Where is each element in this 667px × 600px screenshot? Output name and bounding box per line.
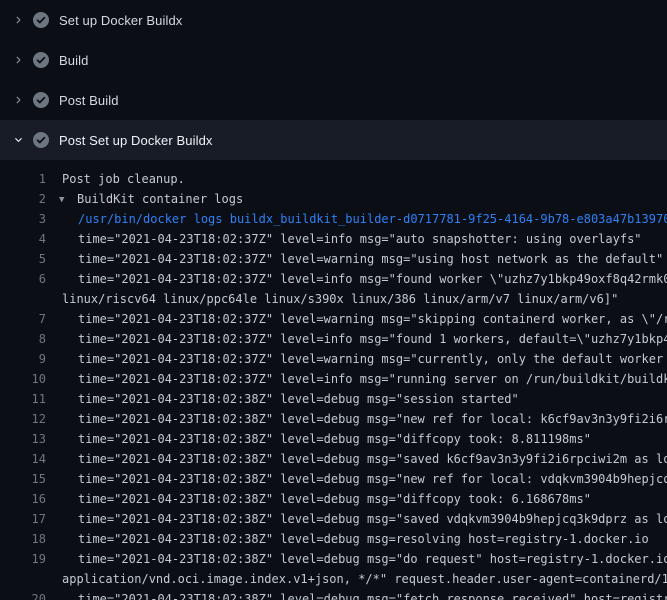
log-line: 20 time="2021-04-23T18:02:38Z" level=deb…: [0, 589, 667, 600]
log-text: time="2021-04-23T18:02:38Z" level=debug …: [46, 529, 649, 549]
line-number[interactable]: 4: [0, 229, 46, 249]
log-text: Post job cleanup.: [46, 169, 185, 189]
chevron-right-icon: [13, 12, 24, 28]
check-circle-icon: [33, 52, 49, 68]
check-circle-icon: [33, 12, 49, 28]
check-circle-icon: [33, 132, 49, 148]
check-circle-icon: [33, 92, 49, 108]
step-header-set-up-docker-buildx[interactable]: Set up Docker Buildx: [0, 0, 667, 40]
step-header-post-build[interactable]: Post Build: [0, 80, 667, 120]
log-text: time="2021-04-23T18:02:38Z" level=debug …: [46, 449, 667, 469]
log-line: 17 time="2021-04-23T18:02:38Z" level=deb…: [0, 509, 667, 529]
line-number[interactable]: 5: [0, 249, 46, 269]
log-text: ▼BuildKit container logs: [46, 189, 243, 209]
group-label[interactable]: BuildKit container logs: [77, 192, 243, 206]
log-line: linux/riscv64 linux/ppc64le linux/s390x …: [0, 289, 667, 309]
line-number[interactable]: [0, 569, 46, 589]
log-line: 3 /usr/bin/docker logs buildx_buildkit_b…: [0, 209, 667, 229]
line-number[interactable]: 20: [0, 589, 46, 600]
log-line: 5 time="2021-04-23T18:02:37Z" level=warn…: [0, 249, 667, 269]
log-line: 8 time="2021-04-23T18:02:37Z" level=info…: [0, 329, 667, 349]
log-text: time="2021-04-23T18:02:37Z" level=info m…: [46, 369, 667, 389]
log-text: time="2021-04-23T18:02:37Z" level=info m…: [46, 269, 667, 289]
log-text: time="2021-04-23T18:02:37Z" level=info m…: [46, 329, 667, 349]
log-text: time="2021-04-23T18:02:38Z" level=debug …: [46, 489, 591, 509]
step-header-post-set-up-docker-buildx[interactable]: Post Set up Docker Buildx: [0, 120, 667, 160]
log-text: /usr/bin/docker logs buildx_buildkit_bui…: [46, 209, 667, 229]
line-number[interactable]: 17: [0, 509, 46, 529]
log-line: application/vnd.oci.image.index.v1+json,…: [0, 569, 667, 589]
line-number[interactable]: 3: [0, 209, 46, 229]
line-number[interactable]: 2: [0, 189, 46, 209]
line-number[interactable]: 15: [0, 469, 46, 489]
step-label: Build: [59, 53, 88, 68]
log-line: 12 time="2021-04-23T18:02:38Z" level=deb…: [0, 409, 667, 429]
log-line: 6 time="2021-04-23T18:02:37Z" level=info…: [0, 269, 667, 289]
log-line: 18 time="2021-04-23T18:02:38Z" level=deb…: [0, 529, 667, 549]
log-line: 1 Post job cleanup.: [0, 169, 667, 189]
log-line: 13 time="2021-04-23T18:02:38Z" level=deb…: [0, 429, 667, 449]
line-number[interactable]: 12: [0, 409, 46, 429]
log-text: time="2021-04-23T18:02:37Z" level=warnin…: [46, 249, 663, 269]
chevron-right-icon: [13, 52, 24, 68]
log-text: time="2021-04-23T18:02:38Z" level=debug …: [46, 549, 667, 569]
log-text: time="2021-04-23T18:02:38Z" level=debug …: [46, 469, 667, 489]
step-header-list: Set up Docker Buildx Build P: [0, 0, 667, 160]
log-line: 15 time="2021-04-23T18:02:38Z" level=deb…: [0, 469, 667, 489]
log-text: time="2021-04-23T18:02:38Z" level=debug …: [46, 389, 519, 409]
log-line: 2 ▼BuildKit container logs: [0, 189, 667, 209]
line-number[interactable]: 16: [0, 489, 46, 509]
step-label: Post Build: [59, 93, 119, 108]
log-line: 11 time="2021-04-23T18:02:38Z" level=deb…: [0, 389, 667, 409]
line-number[interactable]: 9: [0, 349, 46, 369]
line-number[interactable]: 14: [0, 449, 46, 469]
log-line: 16 time="2021-04-23T18:02:38Z" level=deb…: [0, 489, 667, 509]
line-number[interactable]: 13: [0, 429, 46, 449]
log-line: 14 time="2021-04-23T18:02:38Z" level=deb…: [0, 449, 667, 469]
log-line: 10 time="2021-04-23T18:02:37Z" level=inf…: [0, 369, 667, 389]
log-text: linux/riscv64 linux/ppc64le linux/s390x …: [46, 289, 618, 309]
log-text: time="2021-04-23T18:02:37Z" level=warnin…: [46, 309, 667, 329]
step-header-build[interactable]: Build: [0, 40, 667, 80]
line-number[interactable]: 19: [0, 549, 46, 569]
log-text: time="2021-04-23T18:02:37Z" level=warnin…: [46, 349, 667, 369]
log-area: 1 Post job cleanup. 2 ▼BuildKit containe…: [0, 160, 667, 600]
log-text: time="2021-04-23T18:02:37Z" level=info m…: [46, 229, 642, 249]
line-number[interactable]: 7: [0, 309, 46, 329]
log-line: 9 time="2021-04-23T18:02:37Z" level=warn…: [0, 349, 667, 369]
line-number[interactable]: [0, 289, 46, 309]
chevron-right-icon: [13, 92, 24, 108]
line-number[interactable]: 1: [0, 169, 46, 189]
line-number[interactable]: 10: [0, 369, 46, 389]
log-line: 4 time="2021-04-23T18:02:37Z" level=info…: [0, 229, 667, 249]
step-label: Post Set up Docker Buildx: [59, 133, 213, 148]
log-text: time="2021-04-23T18:02:38Z" level=debug …: [46, 509, 667, 529]
log-text: time="2021-04-23T18:02:38Z" level=debug …: [46, 409, 667, 429]
log-line: 7 time="2021-04-23T18:02:37Z" level=warn…: [0, 309, 667, 329]
triangle-down-icon[interactable]: ▼: [59, 190, 77, 210]
step-label: Set up Docker Buildx: [59, 13, 182, 28]
chevron-down-icon: [13, 132, 24, 148]
line-number[interactable]: 11: [0, 389, 46, 409]
log-text: time="2021-04-23T18:02:38Z" level=debug …: [46, 429, 591, 449]
line-number[interactable]: 18: [0, 529, 46, 549]
log-line: 19 time="2021-04-23T18:02:38Z" level=deb…: [0, 549, 667, 569]
log-text: time="2021-04-23T18:02:38Z" level=debug …: [46, 589, 667, 600]
line-number[interactable]: 6: [0, 269, 46, 289]
line-number[interactable]: 8: [0, 329, 46, 349]
log-text: application/vnd.oci.image.index.v1+json,…: [46, 569, 667, 589]
